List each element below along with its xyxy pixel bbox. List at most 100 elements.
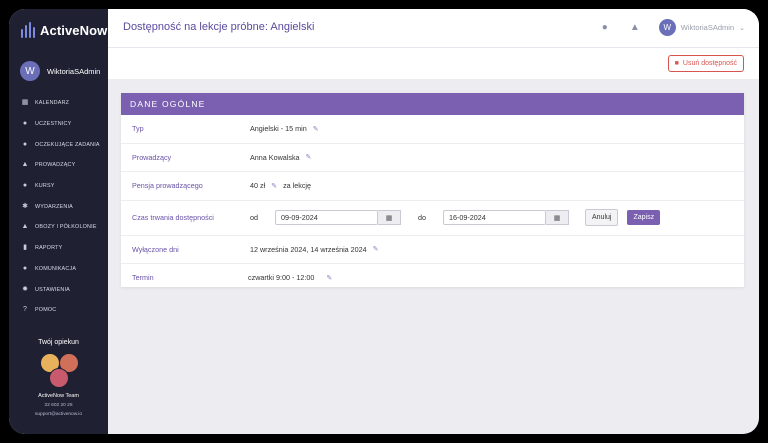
sidebar-user-name: WiktoriaSAdmin	[47, 66, 101, 76]
edit-type-pencil-icon[interactable]: ✎	[313, 125, 319, 133]
sidebar-item-wydarzenia[interactable]: ✱ WYDARZENIA	[9, 196, 108, 217]
help-icon: ?	[23, 306, 27, 314]
sidebar-item-label: KALENDARZ	[35, 100, 70, 107]
sidebar-item-raporty[interactable]: ▮ RAPORTY	[9, 238, 108, 259]
header-user-name: WiktoriaSAdmin	[680, 23, 735, 32]
sidebar-item-label: OCZEKUJĄCE ZADANIA	[35, 141, 100, 148]
teacher-row: Prowadzący Anna Kowalska ✎	[121, 144, 744, 172]
sidebar-item-pomoc[interactable]: ? POMOC	[9, 300, 108, 321]
sidebar-item-label: PROWADZĄCY	[35, 162, 76, 169]
action-bar: ■ Usuń dostępność	[108, 48, 759, 79]
edit-excluded-days-pencil-icon[interactable]: ✎	[373, 245, 379, 253]
card-title: DANE OGÓLNE	[121, 93, 744, 115]
person-clock-icon: ●	[22, 140, 28, 148]
bell-icon[interactable]: ▲	[629, 22, 641, 34]
duration-row: Czas trwania dostępności od 09-09-2024 ▦…	[121, 201, 744, 236]
graduation-cap-icon: ▲	[21, 161, 29, 169]
lightbulb-icon[interactable]: ●	[599, 22, 611, 34]
page-title: Dostępność na lekcje próbne: Angielski	[123, 21, 315, 33]
term-value-wrap: czwartki 9:00 - 12:00 ✎	[248, 273, 332, 282]
type-value-wrap: Angielski - 15 min ✎	[250, 124, 319, 133]
sidebar-nav: ▦ KALENDARZ ● UCZESTNICY ● OCZEKUJĄCE ZA…	[9, 93, 108, 321]
from-date-input[interactable]: 09-09-2024	[275, 210, 378, 225]
excluded-days-value-wrap: 12 września 2024, 14 września 2024 ✎	[250, 245, 379, 254]
logo-bars-icon	[21, 22, 35, 38]
guardian-avatar	[48, 368, 69, 388]
sidebar-item-obozy[interactable]: ▲ OBOZY I PÓŁKOLONIE	[9, 217, 108, 238]
salary-value-wrap: 40 zł ✎ za lekcję	[250, 181, 311, 190]
avatar: W	[20, 61, 40, 81]
term-row: Termin czwartki 9:00 - 12:00 ✎	[121, 264, 744, 292]
type-row: Typ Angielski - 15 min ✎	[121, 115, 744, 144]
avatar: W	[658, 19, 676, 36]
sidebar-item-ustawienia[interactable]: ✹ USTAWIENIA	[9, 279, 108, 300]
sidebar-item-label: USTAWIENIA	[35, 286, 70, 293]
teacher-value-wrap: Anna Kowalska ✎	[250, 153, 311, 162]
salary-value: 40 zł	[250, 181, 266, 191]
fireworks-icon: ✱	[22, 202, 28, 210]
sidebar-item-kalendarz[interactable]: ▦ KALENDARZ	[9, 93, 108, 114]
to-calendar-icon[interactable]: ▦	[546, 210, 569, 225]
sidebar: ActiveNow W WiktoriaSAdmin ▦ KALENDARZ ●…	[9, 9, 108, 434]
edit-term-pencil-icon[interactable]: ✎	[326, 274, 332, 282]
sidebar-user[interactable]: W WiktoriaSAdmin	[20, 61, 100, 81]
duration-label: Czas trwania dostępności	[132, 213, 214, 222]
guardian-title: Twój opiekun	[38, 339, 79, 346]
salary-label: Pensja prowadzącego	[132, 181, 203, 191]
to-label: do	[418, 213, 426, 222]
tent-icon: ▲	[21, 223, 29, 231]
top-header: Dostępność na lekcje próbne: Angielski ●…	[108, 9, 759, 48]
group-icon: ●	[22, 182, 28, 190]
sidebar-item-label: RAPORTY	[35, 245, 63, 252]
guardian-email[interactable]: support@activenow.io	[9, 412, 108, 417]
chart-icon: ▮	[23, 244, 27, 252]
excluded-days-label: Wyłączone dni	[132, 244, 179, 254]
term-value: czwartki 9:00 - 12:00	[248, 273, 315, 283]
save-button[interactable]: Zapisz	[627, 210, 661, 225]
chevron-down-icon: ⌄	[739, 24, 745, 32]
cancel-button[interactable]: Anuluj	[585, 209, 619, 226]
delete-availability-button[interactable]: ■ Usuń dostępność	[667, 55, 744, 72]
general-data-card: DANE OGÓLNE Typ Angielski - 15 min ✎ Pro…	[121, 93, 744, 287]
term-label: Termin	[132, 273, 154, 283]
sidebar-item-label: UCZESTNICY	[35, 121, 72, 128]
edit-salary-pencil-icon[interactable]: ✎	[271, 182, 277, 190]
excluded-days-row: Wyłączone dni 12 września 2024, 14 wrześ…	[121, 236, 744, 264]
sidebar-item-komunikacja[interactable]: ● KOMUNIKACJA	[9, 259, 108, 280]
to-date-input[interactable]: 16-09-2024	[443, 210, 546, 225]
guardian-team: ActiveNow Team	[38, 393, 79, 399]
guardian-panel: Twój opiekun ActiveNow Team 22 602 20 25…	[9, 339, 108, 417]
brand-logo[interactable]: ActiveNow	[21, 22, 107, 38]
teacher-value: Anna Kowalska	[250, 152, 300, 162]
teacher-label: Prowadzący	[132, 152, 172, 162]
sidebar-item-label: KURSY	[35, 183, 55, 190]
chat-icon: ●	[22, 264, 28, 272]
header-actions: ● ▲ W WiktoriaSAdmin ⌄	[599, 19, 745, 36]
from-label: od	[250, 213, 258, 222]
edit-teacher-pencil-icon[interactable]: ✎	[306, 153, 312, 161]
salary-suffix: za lekcję	[283, 181, 312, 191]
from-calendar-icon[interactable]: ▦	[378, 210, 401, 225]
sidebar-item-kursy[interactable]: ● KURSY	[9, 176, 108, 197]
salary-row: Pensja prowadzącego 40 zł ✎ za lekcję	[121, 172, 744, 201]
sidebar-item-label: WYDARZENIA	[35, 203, 73, 210]
sidebar-item-label: KOMUNIKACJA	[35, 265, 77, 272]
duration-editor: od 09-09-2024 ▦ do 16-09-2024 ▦ Anuluj Z…	[250, 209, 661, 226]
calendar-icon: ▦	[21, 99, 29, 107]
header-user-menu[interactable]: W WiktoriaSAdmin ⌄	[658, 19, 745, 36]
sidebar-item-label: POMOC	[35, 307, 57, 314]
person-icon: ●	[22, 120, 28, 128]
delete-availability-label: Usuń dostępność	[682, 60, 737, 67]
trash-icon: ■	[674, 60, 679, 67]
type-value: Angielski - 15 min	[250, 124, 307, 134]
sidebar-item-prowadzacy[interactable]: ▲ PROWADZĄCY	[9, 155, 108, 176]
sidebar-item-uczestnicy[interactable]: ● UCZESTNICY	[9, 114, 108, 135]
type-label: Typ	[132, 124, 144, 134]
guardian-phone[interactable]: 22 602 20 25	[9, 403, 108, 408]
sidebar-item-label: OBOZY I PÓŁKOLONIE	[35, 224, 97, 231]
excluded-days-value: 12 września 2024, 14 września 2024	[250, 244, 367, 254]
sidebar-item-oczekujace-zadania[interactable]: ● OCZEKUJĄCE ZADANIA	[9, 134, 108, 155]
guardian-photos	[39, 351, 79, 388]
gear-icon: ✹	[22, 285, 28, 293]
brand-name: ActiveNow	[40, 22, 108, 38]
